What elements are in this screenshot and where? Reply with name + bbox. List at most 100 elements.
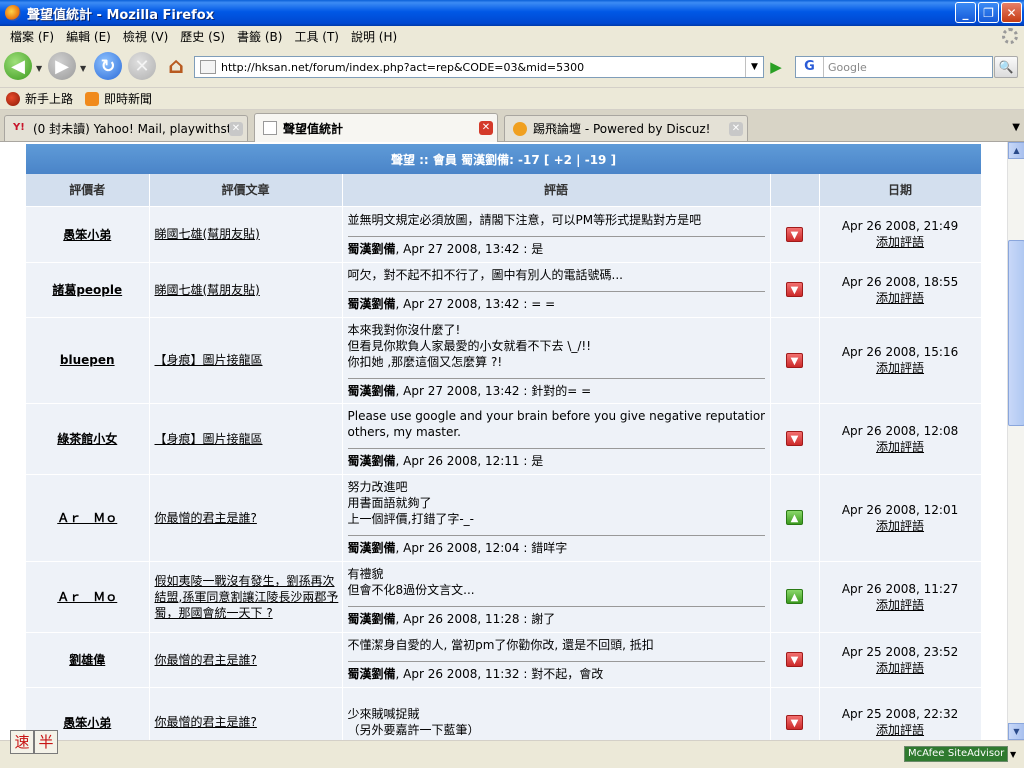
reply-author: 蜀漢劉備 — [347, 612, 396, 626]
comment-cell: 努力改進吧 用書面語就夠了 上一個評價,打錯了字-_- 蜀漢劉備, Apr 26 20… — [342, 473, 771, 561]
reply-line: 蜀漢劉備, Apr 26 2008, 12:04 : 錯咩字 — [347, 535, 765, 556]
add-comment-link[interactable]: 添加評語 — [820, 290, 981, 306]
positive-rep-icon: ▲ — [786, 589, 803, 604]
thread-link[interactable]: 你最憎的君主是誰? — [149, 473, 343, 561]
rater-link[interactable]: bluepen — [26, 316, 150, 403]
bookmark-label: 即時新聞 — [104, 92, 153, 106]
rater-link[interactable]: Ａｒ Ｍｏ — [26, 560, 150, 632]
search-input[interactable]: Google — [824, 61, 867, 74]
vertical-scrollbar[interactable]: ▲ ▼ — [1007, 142, 1024, 740]
add-comment-link[interactable]: 添加評語 — [820, 234, 981, 250]
search-icon[interactable]: 🔍 — [994, 56, 1018, 78]
tab-list-dropdown-icon[interactable]: ▼ — [1012, 122, 1020, 133]
home-button[interactable]: ⌂ — [162, 52, 190, 80]
add-comment-link[interactable]: 添加評語 — [820, 597, 981, 613]
menu-bookmarks[interactable]: 書籤 (B) — [231, 28, 288, 45]
back-history-dropdown-icon[interactable]: ▼ — [36, 64, 42, 73]
mcafee-siteadvisor-badge[interactable]: McAfee SiteAdvisor — [904, 746, 1008, 762]
comment-line: 不懂潔身自愛的人, 當初pm了你勸你改, 還是不回頭, 抵扣 — [347, 638, 654, 652]
column-comment: 評語 — [342, 174, 771, 206]
menu-file[interactable]: 檔案 (F) — [4, 28, 60, 45]
rater-link[interactable]: Ａｒ Ｍｏ — [26, 473, 150, 561]
menu-help[interactable]: 說明 (H) — [345, 28, 403, 45]
column-type — [770, 174, 820, 206]
table-heading: 聲望 :: 會員 蜀漢劉備: -17 [ +2 | -19 ] — [26, 144, 982, 174]
tab-close-icon[interactable]: ✕ — [729, 121, 743, 136]
add-comment-link[interactable]: 添加評語 — [820, 722, 981, 738]
menu-tools[interactable]: 工具 (T) — [288, 28, 345, 45]
menu-view[interactable]: 檢視 (V) — [117, 28, 174, 45]
tab-bar: Y! (0 封未讀) Yahoo! Mail, playwithstephen … — [0, 110, 1024, 142]
close-button[interactable]: ✕ — [1001, 2, 1022, 23]
column-rater: 評價者 — [26, 174, 150, 206]
reply-text: , Apr 27 2008, 13:42 : 是 — [395, 241, 544, 256]
thread-link[interactable]: 你最憎的君主是誰? — [149, 686, 343, 740]
bookmark-getting-started[interactable]: 新手上路 — [6, 90, 73, 107]
rater-link[interactable]: 綠茶館小女 — [26, 402, 150, 474]
ime-toolbar: 速 半 — [10, 730, 58, 754]
negative-rep-icon: ▼ — [786, 652, 803, 667]
back-button[interactable]: ◀ — [4, 52, 32, 80]
reply-author: 蜀漢劉備 — [347, 241, 396, 256]
url-bar[interactable]: http://hksan.net/forum/index.php?act=rep… — [194, 56, 764, 78]
navigation-toolbar: ◀ ▼ ▶ ▼ ↻ ✕ ⌂ http://hksan.net/forum/ind… — [0, 46, 1024, 88]
add-comment-link[interactable]: 添加評語 — [820, 439, 981, 455]
rater-link[interactable]: 劉雄偉 — [26, 631, 150, 687]
url-text[interactable]: http://hksan.net/forum/index.php?act=rep… — [221, 61, 745, 74]
reputation-table: 聲望 :: 會員 蜀漢劉備: -17 [ +2 | -19 ] 評價者 評價文章… — [26, 144, 982, 740]
restore-button[interactable]: ❐ — [978, 2, 999, 23]
tab-yahoo-mail[interactable]: Y! (0 封未讀) Yahoo! Mail, playwithstephen … — [4, 115, 248, 141]
search-engine-icon[interactable]: G — [796, 57, 824, 77]
add-comment-link[interactable]: 添加評語 — [820, 360, 981, 376]
scroll-down-icon[interactable]: ▼ — [1008, 723, 1024, 740]
rater-link[interactable]: 諸葛people — [26, 261, 150, 317]
menu-edit[interactable]: 編輯 (E) — [60, 28, 117, 45]
add-comment-link[interactable]: 添加評語 — [820, 518, 981, 534]
column-date: 日期 — [819, 174, 982, 206]
go-button[interactable]: ▶ — [766, 56, 786, 78]
comment-line: （另外要嘉許一下藍筆） — [347, 723, 480, 738]
tab-reputation-stats[interactable]: 聲望值統計 ✕ — [254, 113, 498, 142]
bookmark-latest-headlines[interactable]: 即時新聞 — [85, 90, 152, 107]
negative-rep-icon: ▼ — [786, 431, 803, 446]
rater-link[interactable]: 愚笨小弟 — [26, 205, 150, 262]
rating-date: Apr 26 2008, 15:16 — [841, 345, 959, 359]
menu-bar: 檔案 (F) 編輯 (E) 檢視 (V) 歷史 (S) 書籤 (B) 工具 (T… — [0, 26, 1024, 46]
table-row: 劉雄偉 你最憎的君主是誰? 不懂潔身自愛的人, 當初pm了你勸你改, 還是不回頭, … — [26, 631, 982, 687]
add-comment-link[interactable]: 添加評語 — [820, 660, 981, 676]
url-dropdown-icon[interactable]: ▼ — [745, 57, 763, 77]
tab-close-icon[interactable]: ✕ — [229, 121, 243, 136]
thread-link[interactable]: 你最憎的君主是誰? — [149, 631, 343, 687]
minimize-button[interactable]: _ — [955, 2, 976, 23]
siteadvisor-dropdown-icon[interactable]: ▼ — [1010, 750, 1016, 759]
thread-link[interactable]: 睇國七雄(幫朋友貼) — [149, 205, 343, 262]
tab-close-icon[interactable]: ✕ — [479, 121, 493, 135]
ime-halfwidth-button[interactable]: 半 — [34, 730, 58, 754]
positive-rep-icon: ▲ — [786, 510, 803, 525]
thread-link[interactable]: 【身痕】圖片接龍區 — [149, 402, 343, 474]
menu-history[interactable]: 歷史 (S) — [174, 28, 231, 45]
reply-text: , Apr 26 2008, 12:04 : 錯咩字 — [395, 541, 568, 555]
page-favicon-icon — [200, 60, 216, 74]
forward-button[interactable]: ▶ — [48, 52, 76, 80]
comment-cell: 有禮貌 但會不化8過份文言文... 蜀漢劉備, Apr 26 2008, 11:28… — [342, 560, 771, 632]
forward-history-dropdown-icon[interactable]: ▼ — [80, 64, 86, 73]
reply-author: 蜀漢劉備 — [347, 667, 396, 681]
rss-icon — [85, 91, 100, 106]
table-row: Ａｒ Ｍｏ 你最憎的君主是誰? 努力改進吧 用書面語就夠了 上一個評價,打錯了字-_- 蜀… — [26, 473, 982, 561]
table-row: 愚笨小弟 你最憎的君主是誰? 少來賊喊捉賊 （另外要嘉許一下藍筆） ▼ Apr 25 20… — [26, 686, 982, 740]
search-box[interactable]: G Google — [795, 56, 993, 78]
rating-date: Apr 26 2008, 12:08 — [841, 423, 959, 438]
scroll-thumb[interactable] — [1008, 240, 1024, 426]
tab-discuz-forum[interactable]: 踢飛論壇 - Powered by Discuz! ✕ — [504, 115, 748, 141]
scroll-up-icon[interactable]: ▲ — [1008, 142, 1024, 159]
thread-link[interactable]: 【身痕】圖片接龍區 — [149, 316, 343, 403]
comment-line: 但看見你欺負人家最愛的小女就看不下去 \_/!! — [347, 338, 592, 353]
column-thread: 評價文章 — [149, 174, 343, 206]
stop-button[interactable]: ✕ — [128, 52, 156, 80]
comment-line: Please use google and your brain before … — [347, 409, 765, 423]
thread-link[interactable]: 假如夷陵一戰沒有發生，劉孫再次結盟,孫軍同意割讓江陵長沙兩郡予蜀，那國會統一天下… — [149, 560, 343, 632]
ime-quick-button[interactable]: 速 — [10, 730, 34, 754]
reload-button[interactable]: ↻ — [94, 52, 122, 80]
thread-link[interactable]: 睇國七雄(幫朋友貼) — [149, 261, 343, 317]
